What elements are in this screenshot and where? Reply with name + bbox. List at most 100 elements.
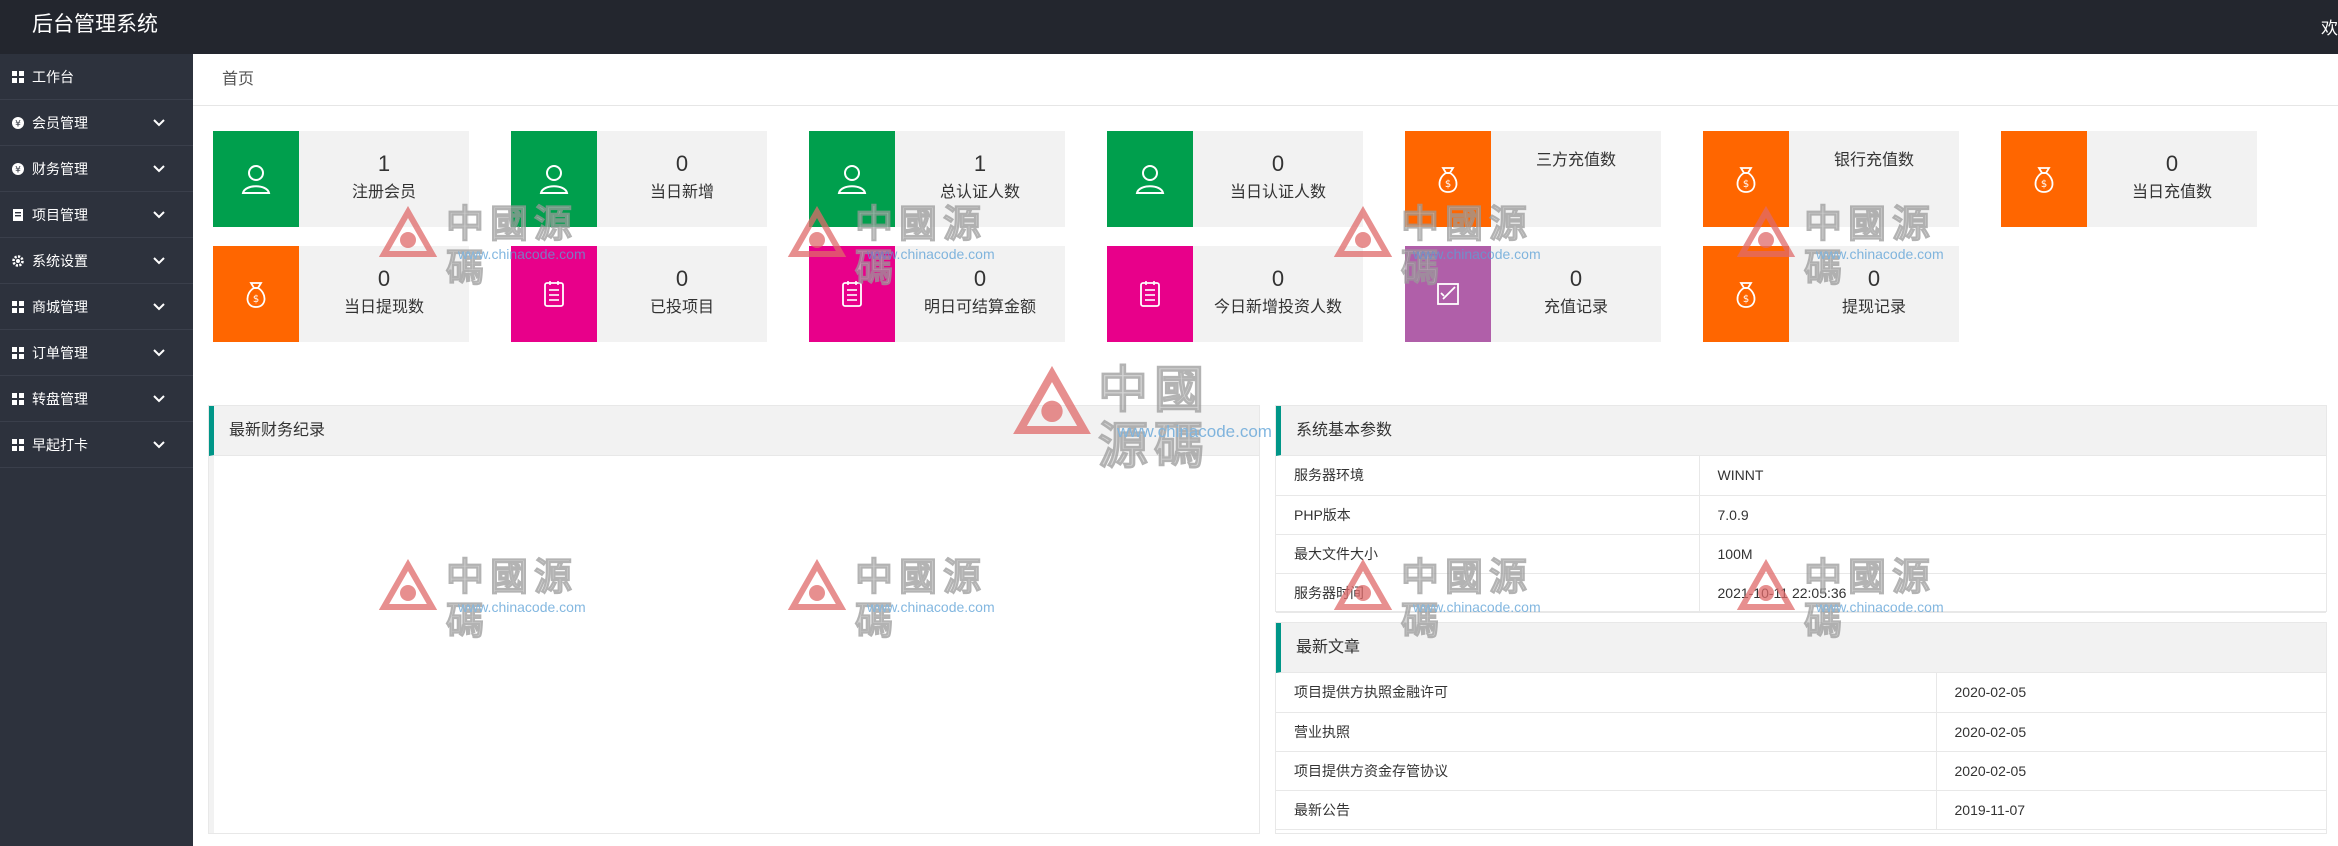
finance-icon: ¥: [11, 162, 25, 176]
stat-value: 0: [1271, 266, 1285, 291]
header-user-text[interactable]: 欢: [2321, 14, 2338, 39]
sidebar-item-0[interactable]: 工作台: [0, 54, 193, 100]
table-row[interactable]: 项目提供方资金存管协议 2020-02-05: [1276, 751, 2326, 791]
sidebar-item-6[interactable]: 订单管理: [0, 330, 193, 376]
sidebar-item-1[interactable]: ¥ 会员管理: [0, 100, 193, 146]
param-value: 2021-10-11 22:05:36: [1698, 573, 2326, 613]
stat-value: 0: [1867, 266, 1881, 291]
stat-label: 三方充值数: [1535, 152, 1616, 169]
dashboard-icon: [11, 70, 25, 84]
user-icon: [511, 131, 597, 227]
svg-text:$: $: [1743, 179, 1749, 190]
member-icon: ¥: [11, 116, 25, 130]
stat-value: 0: [675, 151, 689, 176]
chevron-down-icon: [153, 165, 165, 173]
panel-accent-strip: [209, 456, 214, 833]
breadcrumb[interactable]: 首页: [193, 54, 2338, 106]
sidebar-item-2[interactable]: ¥ 财务管理: [0, 146, 193, 192]
stat-card[interactable]: 0 充值记录: [1405, 246, 1661, 342]
stat-card[interactable]: $0 当日充值数: [2001, 131, 2257, 227]
svg-text:$: $: [2041, 179, 2047, 190]
document-icon: [809, 246, 895, 342]
chevron-down-icon: [153, 349, 165, 357]
stat-label: 当日新增: [649, 184, 714, 201]
edit-icon: [1405, 246, 1491, 342]
document-icon: [511, 246, 597, 342]
chevron-down-icon: [153, 395, 165, 403]
wheel-icon: [11, 392, 25, 406]
table-row[interactable]: 营业执照 2020-02-05: [1276, 712, 2326, 752]
stat-card[interactable]: 0 当日新增: [511, 131, 767, 227]
sidebar-item-8[interactable]: 早起打卡: [0, 422, 193, 468]
sidebar-item-label: 系统设置: [32, 252, 88, 269]
table-row[interactable]: 项目提供方执照金融许可 2020-02-05: [1276, 673, 2326, 713]
sidebar: 工作台 ¥ 会员管理 ¥ 财务管理项目管理系统设置商城管理订单管理转盘管理早起打卡: [0, 54, 193, 846]
sidebar-item-label: 财务管理: [32, 160, 88, 177]
chevron-down-icon: [153, 211, 165, 219]
sidebar-item-3[interactable]: 项目管理: [0, 192, 193, 238]
stat-card[interactable]: 1 总认证人数: [809, 131, 1065, 227]
article-title[interactable]: 项目提供方执照金融许可: [1276, 673, 1936, 713]
svg-text:$: $: [253, 294, 259, 305]
table-row: PHP版本 7.0.9: [1276, 495, 2326, 535]
stat-card[interactable]: $ 三方充值数: [1405, 131, 1661, 227]
param-value: 100M: [1698, 534, 2326, 574]
main-content: 首页 1 注册会员 0 当日新增 1 总认证人数 0 当日认证人数 $ 三方充值数 $ 银行充值数 $0…: [193, 54, 2338, 846]
stat-label: 当日提现数: [343, 299, 424, 316]
money-bag-icon: $: [1703, 246, 1789, 342]
stat-card[interactable]: 0 明日可结算金额: [809, 246, 1065, 342]
stat-card[interactable]: 1 注册会员: [213, 131, 469, 227]
stat-card[interactable]: 0 已投项目: [511, 246, 767, 342]
gear-icon: [11, 254, 25, 268]
top-header: 后台管理系统 欢: [0, 0, 2338, 54]
chevron-down-icon: [153, 303, 165, 311]
table-row[interactable]: 最新公告 2019-11-07: [1276, 790, 2326, 830]
table-row: 服务器环境 WINNT: [1276, 456, 2326, 496]
sidebar-item-5[interactable]: 商城管理: [0, 284, 193, 330]
finance-panel: 最新财务纪录: [208, 405, 1260, 834]
stat-card[interactable]: 0 今日新增投资人数: [1107, 246, 1363, 342]
stat-label: 当日充值数: [2131, 184, 2212, 201]
article-date: 2020-02-05: [1935, 673, 2326, 713]
articles-title: 最新文章: [1276, 623, 2326, 673]
svg-text:$: $: [1445, 179, 1451, 190]
svg-text:¥: ¥: [15, 165, 21, 175]
article-date: 2019-11-07: [1935, 790, 2326, 830]
stat-label: 已投项目: [649, 299, 714, 316]
articles-panel: 最新文章 项目提供方执照金融许可 2020-02-05 营业执照 2020-02-05…: [1275, 622, 2327, 834]
stat-card[interactable]: $0 当日提现数: [213, 246, 469, 342]
stat-card[interactable]: 0 当日认证人数: [1107, 131, 1363, 227]
svg-text:¥: ¥: [15, 119, 21, 129]
system-params-table: 服务器环境 WINNT PHP版本 7.0.9 最大文件大小 100M 服务器时间 2021-…: [1276, 456, 2326, 613]
stat-card[interactable]: $0 提现记录: [1703, 246, 1959, 342]
stat-label: 注册会员: [351, 184, 416, 201]
sidebar-item-label: 转盘管理: [32, 390, 88, 407]
stat-label: 当日认证人数: [1229, 184, 1326, 201]
article-title[interactable]: 最新公告: [1276, 790, 1936, 830]
stat-card[interactable]: $ 银行充值数: [1703, 131, 1959, 227]
user-icon: [809, 131, 895, 227]
param-key: PHP版本: [1276, 495, 1699, 535]
param-key: 服务器环境: [1276, 456, 1699, 496]
sidebar-item-label: 会员管理: [32, 114, 88, 131]
stat-value: 0: [377, 266, 391, 291]
article-title[interactable]: 营业执照: [1276, 712, 1936, 752]
param-key: 服务器时间: [1276, 573, 1699, 613]
sidebar-item-4[interactable]: 系统设置: [0, 238, 193, 284]
stat-value: 0: [675, 266, 689, 291]
article-date: 2020-02-05: [1935, 751, 2326, 791]
stat-value: 0: [1271, 151, 1285, 176]
user-icon: [213, 131, 299, 227]
money-bag-icon: $: [1703, 131, 1789, 227]
money-bag-icon: $: [213, 246, 299, 342]
table-row: 最大文件大小 100M: [1276, 534, 2326, 574]
stat-label: 明日可结算金额: [923, 299, 1036, 316]
stat-label: 总认证人数: [939, 184, 1020, 201]
sidebar-item-label: 项目管理: [32, 206, 88, 223]
sidebar-item-label: 商城管理: [32, 298, 88, 315]
money-bag-icon: $: [2001, 131, 2087, 227]
table-row: 服务器时间 2021-10-11 22:05:36: [1276, 573, 2326, 613]
money-bag-icon: $: [1405, 131, 1491, 227]
article-title[interactable]: 项目提供方资金存管协议: [1276, 751, 1936, 791]
sidebar-item-7[interactable]: 转盘管理: [0, 376, 193, 422]
